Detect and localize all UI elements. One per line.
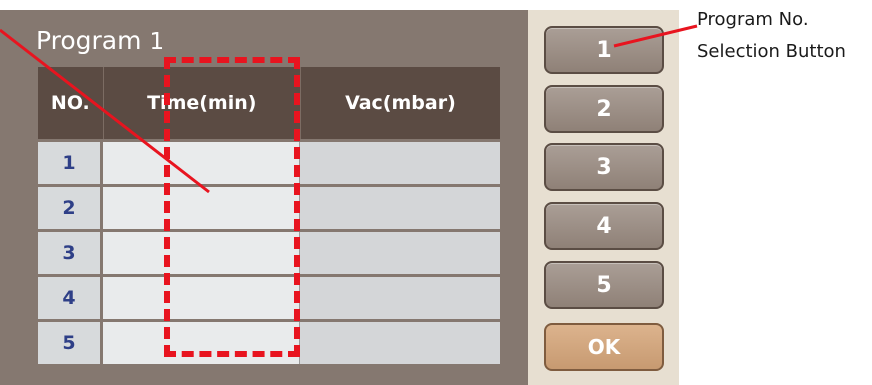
ok-button[interactable]: OK — [544, 323, 664, 371]
program-table: NO. Time(min) Vac(mbar) 1 2 3 4 5 — [38, 67, 500, 364]
vac-input[interactable] — [300, 187, 500, 229]
table-row: 3 — [38, 232, 500, 274]
table-row: 4 — [38, 277, 500, 319]
program-title: Program 1 — [36, 26, 164, 57]
header-time: Time(min) — [104, 67, 301, 139]
time-input[interactable] — [103, 232, 300, 274]
time-input[interactable] — [103, 142, 300, 184]
header-vac: Vac(mbar) — [345, 92, 456, 114]
program-panel: Program 1 NO. Time(min) Vac(mbar) 1 2 3 4 — [0, 10, 528, 385]
row-number: 3 — [38, 232, 103, 274]
program-4-button[interactable]: 4 — [544, 202, 664, 250]
program-label: Program — [36, 26, 142, 55]
table-row: 1 — [38, 142, 500, 184]
table-header: NO. Time(min) Vac(mbar) — [38, 67, 500, 139]
annotation-label: Program No. Selection Button — [697, 4, 846, 68]
row-number: 4 — [38, 277, 103, 319]
table-row: 2 — [38, 187, 500, 229]
table-row: 5 — [38, 322, 500, 364]
time-input[interactable] — [103, 322, 300, 364]
program-number: 1 — [149, 29, 165, 55]
vac-input[interactable] — [300, 322, 500, 364]
program-1-button[interactable]: 1 — [544, 26, 664, 74]
program-5-button[interactable]: 5 — [544, 261, 664, 309]
row-number: 5 — [38, 322, 103, 364]
annotation-line-2: Selection Button — [697, 41, 846, 62]
row-number: 2 — [38, 187, 103, 229]
program-selector-sidebar: 1 2 3 4 5 OK — [528, 10, 679, 385]
program-3-button[interactable]: 3 — [544, 143, 664, 191]
row-number: 1 — [38, 142, 103, 184]
vac-input[interactable] — [300, 232, 500, 274]
program-2-button[interactable]: 2 — [544, 85, 664, 133]
time-input[interactable] — [103, 187, 300, 229]
annotation-line-1: Program No. — [697, 9, 809, 30]
vac-input[interactable] — [300, 277, 500, 319]
vac-input[interactable] — [300, 142, 500, 184]
header-no: NO. — [38, 67, 104, 139]
time-input[interactable] — [103, 277, 300, 319]
